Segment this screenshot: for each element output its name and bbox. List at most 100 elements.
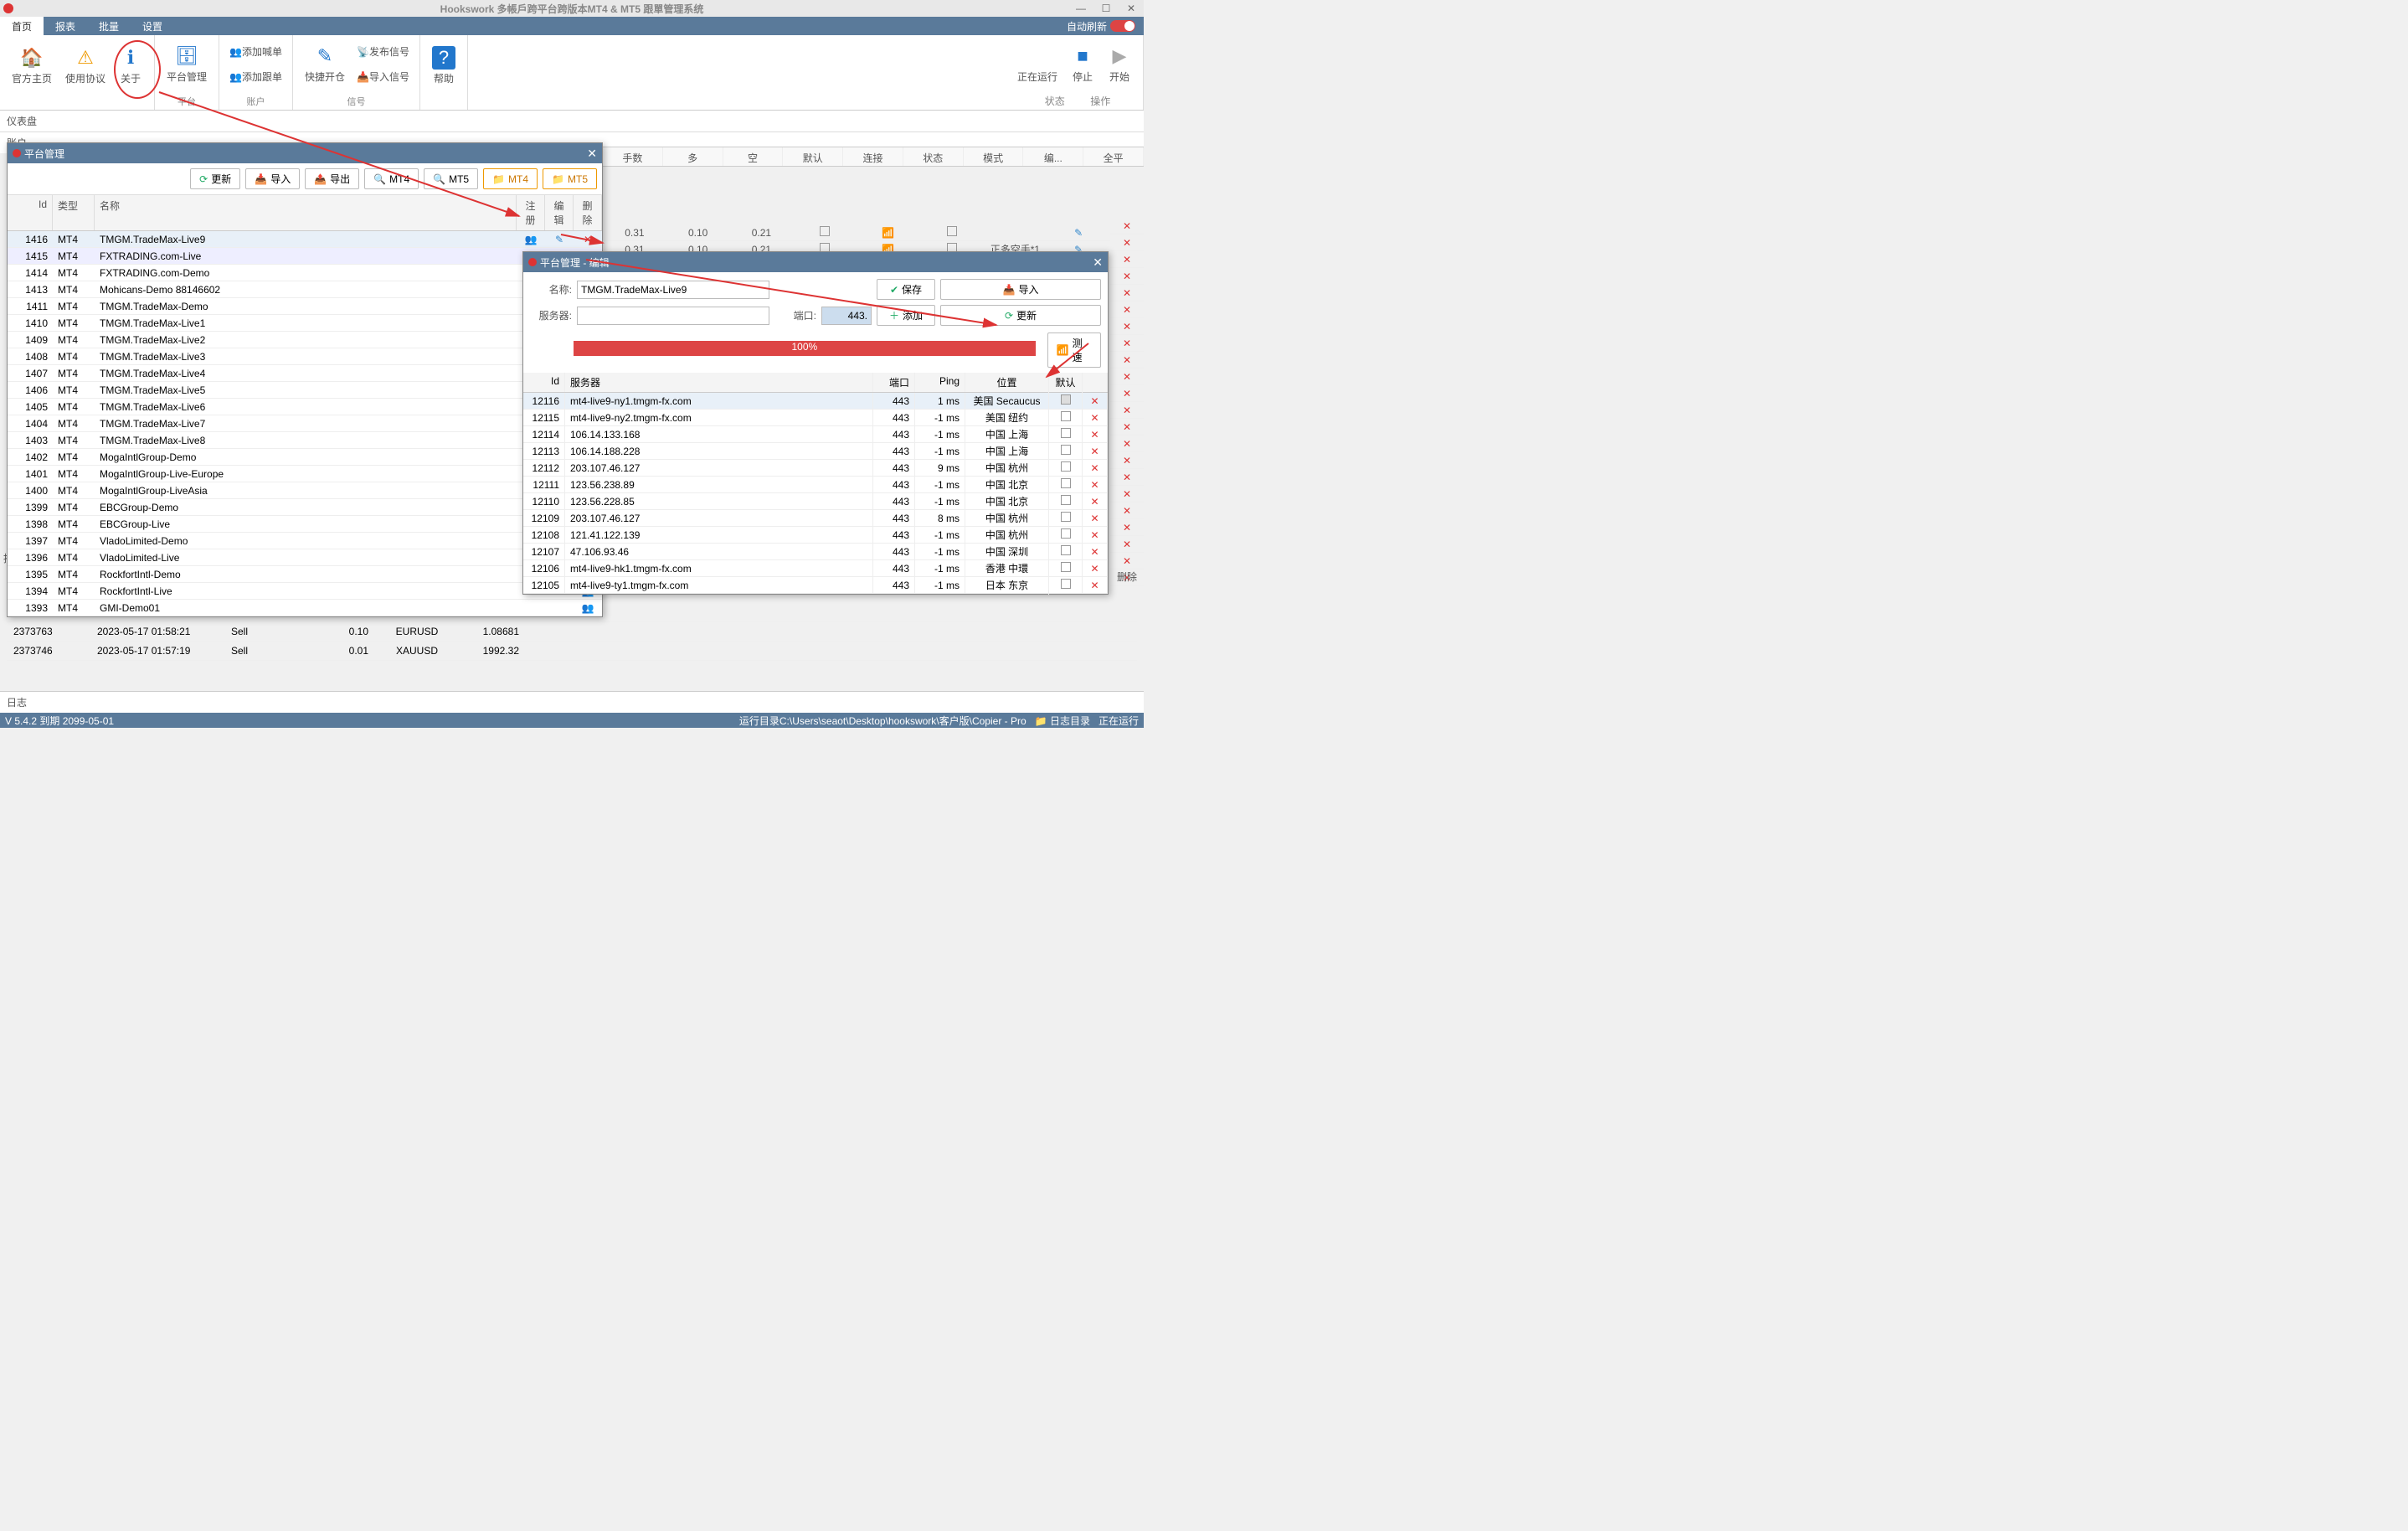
default-checkbox[interactable] [1061, 545, 1071, 555]
bg-col-header[interactable]: 全平 [1083, 147, 1144, 166]
publish-signal-button[interactable]: 📡 发布信号 [352, 43, 414, 60]
order-row[interactable]: 23737462023-05-17 01:57:19Sell0.01XAUUSD… [7, 642, 1137, 661]
default-checkbox[interactable] [1061, 495, 1071, 505]
folder-mt4-button[interactable]: 📁MT4 [483, 168, 538, 189]
maximize-button[interactable]: ☐ [1093, 3, 1119, 14]
menu-tab[interactable]: 报表 [44, 16, 87, 37]
platform-row[interactable]: 1394MT4RockfortIntl-Live👥 [8, 583, 602, 600]
delete-button[interactable]: ✕ [1083, 510, 1108, 527]
platform-manage-button[interactable]: 🗄平台管理 [160, 41, 214, 87]
order-row[interactable]: 23737632023-05-17 01:58:21Sell0.10EURUSD… [7, 622, 1137, 642]
about-button[interactable]: ℹ关于 [112, 43, 149, 89]
delete-button[interactable]: ✕ [1083, 460, 1108, 477]
folder-mt5-button[interactable]: 📁MT5 [543, 168, 597, 189]
platform-row[interactable]: 1414MT4FXTRADING.com-Demo👥 [8, 265, 602, 281]
add-shout-button[interactable]: 👥 添加喊单 [224, 43, 287, 60]
platform-row[interactable]: 1408MT4TMGM.TradeMax-Live3👥 [8, 348, 602, 365]
add-button[interactable]: ＋添加 [877, 305, 935, 326]
import-signal-button[interactable]: 📥 导入信号 [352, 68, 414, 85]
close-row-button[interactable]: ✕ [1110, 469, 1144, 486]
col-ping[interactable]: Ping [915, 373, 965, 392]
platform-row[interactable]: 1406MT4TMGM.TradeMax-Live5👥 [8, 382, 602, 399]
menu-tab[interactable]: 批量 [87, 16, 131, 37]
delete-button[interactable]: ✕ [1083, 393, 1108, 410]
col-location[interactable]: 位置 [965, 373, 1049, 392]
default-checkbox[interactable] [1061, 394, 1071, 405]
close-row-button[interactable]: ✕ [1110, 553, 1144, 570]
log-dir-button[interactable]: 📁 日志目录 [1035, 715, 1090, 727]
default-checkbox[interactable] [1061, 512, 1071, 522]
platform-row[interactable]: 1395MT4RockfortIntl-Demo👥 [8, 566, 602, 583]
default-checkbox[interactable] [1061, 579, 1071, 589]
add-follow-button[interactable]: 👥 添加跟单 [224, 68, 287, 85]
speed-test-button[interactable]: 📶测速 [1047, 332, 1101, 368]
close-row-button[interactable]: ✕ [1110, 419, 1144, 436]
menu-tab[interactable]: 设置 [131, 16, 174, 37]
col-type[interactable]: 类型 [53, 195, 95, 230]
server-row[interactable]: 12110123.56.228.85443-1 ms中国 北京✕ [523, 493, 1108, 510]
bg-col-header[interactable]: 空 [723, 147, 784, 166]
server-input[interactable] [577, 307, 769, 325]
platform-row[interactable]: 1416MT4TMGM.TradeMax-Live9👥✎✕ [8, 231, 602, 248]
platform-row[interactable]: 1411MT4TMGM.TradeMax-Demo👥 [8, 298, 602, 315]
default-checkbox[interactable] [1061, 428, 1071, 438]
close-row-button[interactable]: ✕ [1110, 352, 1144, 369]
close-row-button[interactable]: ✕ [1110, 251, 1144, 268]
server-row[interactable]: 12105mt4-live9-ty1.tmgm-fx.com443-1 ms日本… [523, 577, 1108, 594]
col-id[interactable]: Id [8, 195, 53, 230]
close-row-button[interactable]: ✕ [1110, 536, 1144, 553]
platform-row[interactable]: 1397MT4VladoLimited-Demo👥 [8, 533, 602, 549]
search-mt5-button[interactable]: 🔍MT5 [424, 168, 478, 189]
platform-row[interactable]: 1393MT4GMI-Demo01👥 [8, 600, 602, 616]
import-button[interactable]: 📥导入 [940, 279, 1101, 300]
platform-row[interactable]: 1413MT4Mohicans-Demo 88146602👥 [8, 281, 602, 298]
server-row[interactable]: 12108121.41.122.139443-1 ms中国 杭州✕ [523, 527, 1108, 544]
platform-row[interactable]: 1401MT4MogaIntlGroup-Live-Europe👥 [8, 466, 602, 482]
save-button[interactable]: ✔保存 [877, 279, 935, 300]
default-checkbox[interactable] [1061, 411, 1071, 421]
search-mt4-button[interactable]: 🔍MT4 [364, 168, 419, 189]
bg-col-header[interactable]: 编... [1023, 147, 1083, 166]
platform-row[interactable]: 1410MT4TMGM.TradeMax-Live1👥 [8, 315, 602, 332]
stop-button[interactable]: ■停止 [1064, 41, 1101, 87]
close-row-button[interactable]: ✕ [1110, 235, 1144, 251]
platform-row[interactable]: 1399MT4EBCGroup-Demo👥 [8, 499, 602, 516]
server-row[interactable]: 12106mt4-live9-hk1.tmgm-fx.com443-1 ms香港… [523, 560, 1108, 577]
bg-col-header[interactable]: 手数 [603, 147, 663, 166]
col-delete[interactable]: 删除 [574, 195, 602, 230]
menu-tab[interactable]: 首页 [0, 16, 44, 37]
bg-col-header[interactable]: 多 [663, 147, 723, 166]
platform-row[interactable]: 1403MT4TMGM.TradeMax-Live8👥 [8, 432, 602, 449]
server-row[interactable]: 12113106.14.188.228443-1 ms中国 上海✕ [523, 443, 1108, 460]
col-id[interactable]: Id [523, 373, 565, 392]
platform-row[interactable]: 1407MT4TMGM.TradeMax-Live4👥 [8, 365, 602, 382]
delete-button[interactable]: ✕ [1083, 560, 1108, 577]
default-checkbox[interactable] [1061, 478, 1071, 488]
bg-col-header[interactable]: 模式 [964, 147, 1024, 166]
default-checkbox[interactable] [1061, 445, 1071, 455]
server-row[interactable]: 1210747.106.93.46443-1 ms中国 深圳✕ [523, 544, 1108, 560]
home-button[interactable]: 🏠官方主页 [5, 43, 59, 89]
register-button[interactable]: 👥 [574, 601, 602, 616]
bg-col-header[interactable]: 状态 [903, 147, 964, 166]
col-default[interactable]: 默认 [1049, 373, 1083, 392]
server-row[interactable]: 12115mt4-live9-ny2.tmgm-fx.com443-1 ms美国… [523, 410, 1108, 426]
platform-row[interactable]: 1409MT4TMGM.TradeMax-Live2👥 [8, 332, 602, 348]
delete-button[interactable]: ✕ [1083, 544, 1108, 560]
close-row-button[interactable]: ✕ [1110, 335, 1144, 352]
server-row[interactable]: 12114106.14.133.168443-1 ms中国 上海✕ [523, 426, 1108, 443]
delete-button[interactable]: ✕ [1083, 443, 1108, 460]
server-row[interactable]: 12116mt4-live9-ny1.tmgm-fx.com4431 ms美国 … [523, 393, 1108, 410]
col-register[interactable]: 注册 [517, 195, 545, 230]
auto-refresh-switch[interactable] [1110, 20, 1135, 32]
name-input[interactable] [577, 281, 769, 299]
platform-row[interactable]: 1405MT4TMGM.TradeMax-Live6👥 [8, 399, 602, 415]
edit-button[interactable]: ✎ [545, 232, 574, 247]
platform-row[interactable]: 1398MT4EBCGroup-Live👥 [8, 516, 602, 533]
refresh-button[interactable]: ⟳更新 [940, 305, 1101, 326]
port-input[interactable] [821, 307, 872, 325]
bg-data-row[interactable]: 0.310.100.21📶✎ [603, 224, 1110, 241]
close-row-button[interactable]: ✕ [1110, 436, 1144, 452]
close-row-button[interactable]: ✕ [1110, 486, 1144, 503]
platform-row[interactable]: 1415MT4FXTRADING.com-Live👥✎✕ [8, 248, 602, 265]
